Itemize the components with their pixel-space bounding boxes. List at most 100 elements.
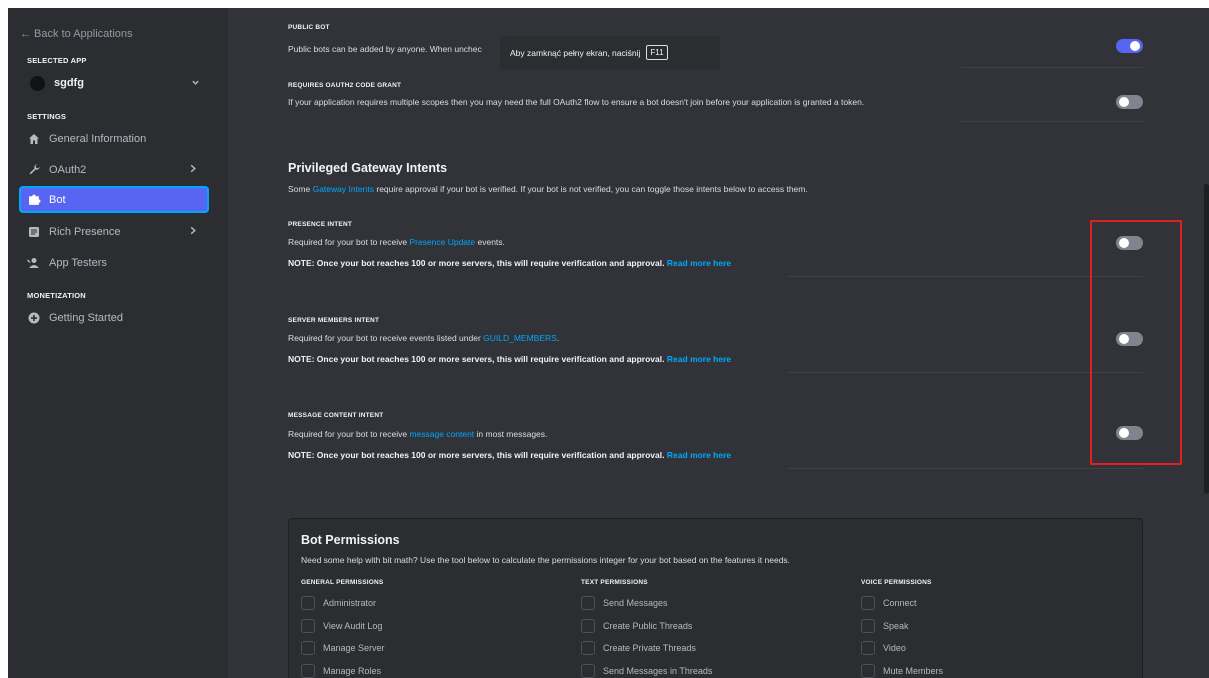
- sidebar-item-oauth2[interactable]: OAuth2: [19, 156, 209, 183]
- permission-label: Speak: [883, 620, 909, 631]
- permission-label: Send Messages in Threads: [603, 665, 713, 676]
- checkbox[interactable]: [301, 618, 315, 633]
- permission-checkbox-mute-members[interactable]: Mute Members: [861, 660, 943, 678]
- divider: [788, 468, 1143, 469]
- message-content-intent-note: NOTE: Once your bot reaches 100 or more …: [288, 450, 731, 460]
- oauth2-code-grant-label: REQUIRES OAUTH2 CODE GRANT: [288, 82, 402, 89]
- text: Required for your bot to receive: [288, 429, 410, 439]
- person-add-icon: [27, 256, 41, 270]
- read-more-link[interactable]: Read more here: [667, 354, 731, 364]
- message-content-intent-description: Required for your bot to receive message…: [288, 429, 547, 439]
- bot-permissions-title: Bot Permissions: [301, 533, 400, 547]
- presence-update-link[interactable]: Presence Update: [409, 237, 475, 247]
- sidebar-item-app-testers[interactable]: App Testers: [19, 249, 209, 276]
- checkbox[interactable]: [581, 641, 595, 656]
- toggle-knob: [1119, 97, 1129, 107]
- checkbox[interactable]: [301, 596, 315, 611]
- permission-label: View Audit Log: [323, 620, 383, 631]
- server-members-intent-description: Required for your bot to receive events …: [288, 333, 559, 343]
- checkbox[interactable]: [301, 641, 315, 656]
- permission-label: Create Private Threads: [603, 643, 696, 654]
- plus-circle-icon: [27, 311, 41, 325]
- permission-checkbox-manage-roles[interactable]: Manage Roles: [301, 660, 385, 678]
- checkbox[interactable]: [861, 663, 875, 678]
- permission-checkbox-video[interactable]: Video: [861, 637, 943, 660]
- sidebar-item-label: OAuth2: [49, 163, 87, 176]
- selected-app-heading: SELECTED APP: [27, 56, 87, 65]
- guild-members-link[interactable]: GUILD_MEMBERS: [483, 333, 557, 343]
- app-selector[interactable]: sgdfg: [18, 72, 210, 94]
- checkbox[interactable]: [861, 641, 875, 656]
- permission-checkbox-manage-server[interactable]: Manage Server: [301, 637, 385, 660]
- sidebar-item-general-information[interactable]: General Information: [19, 125, 209, 152]
- text: in most messages.: [474, 429, 548, 439]
- permission-label: Send Messages: [603, 598, 668, 609]
- server-members-intent-label: SERVER MEMBERS INTENT: [288, 317, 380, 324]
- permission-checkbox-create-private-threads[interactable]: Create Private Threads: [581, 637, 712, 660]
- text: Required for your bot to receive: [288, 237, 410, 247]
- text: NOTE: Once your bot reaches 100 or more …: [288, 450, 665, 460]
- tooltip-text: Aby zamknąć pełny ekran, naciśnij: [510, 47, 641, 58]
- permission-checkbox-connect[interactable]: Connect: [861, 592, 943, 615]
- chevron-right-icon: [189, 164, 197, 176]
- permission-label: Connect: [883, 598, 917, 609]
- privileged-intents-heading: Privileged Gateway Intents: [288, 161, 448, 175]
- public-bot-label: PUBLIC BOT: [288, 24, 330, 31]
- checkbox[interactable]: [301, 663, 315, 678]
- text-permissions-heading: TEXT PERMISSIONS: [581, 579, 648, 586]
- permission-checkbox-send-messages[interactable]: Send Messages: [581, 592, 712, 615]
- permission-checkbox-view-audit-log[interactable]: View Audit Log: [301, 615, 385, 638]
- app-name: sgdfg: [54, 77, 84, 89]
- text: NOTE: Once your bot reaches 100 or more …: [288, 258, 665, 268]
- chevron-down-icon: [191, 78, 200, 89]
- message-content-link[interactable]: message content: [409, 429, 474, 439]
- back-to-applications-link[interactable]: ← Back to Applications: [20, 28, 133, 40]
- permission-label: Video: [883, 643, 906, 654]
- home-icon: [27, 132, 41, 146]
- sidebar-item-bot[interactable]: Bot: [19, 186, 209, 213]
- public-bot-toggle[interactable]: [1116, 39, 1143, 53]
- fullscreen-exit-tooltip: Aby zamknąć pełny ekran, naciśnij F11: [500, 36, 720, 69]
- public-bot-description: Public bots can be added by anyone. When…: [288, 44, 482, 54]
- permission-checkbox-administrator[interactable]: Administrator: [301, 592, 385, 615]
- general-permissions-column: GENERAL PERMISSIONS Administrator View A…: [301, 579, 385, 678]
- sidebar: ← Back to Applications SELECTED APP sgdf…: [8, 8, 228, 678]
- checkbox[interactable]: [581, 663, 595, 678]
- scrollbar[interactable]: [1204, 184, 1209, 494]
- oauth2-code-grant-description: If your application requires multiple sc…: [288, 97, 865, 107]
- permission-checkbox-speak[interactable]: Speak: [861, 615, 943, 638]
- document-icon: [27, 225, 41, 239]
- bot-permissions-description: Need some help with bit math? Use the to…: [301, 555, 791, 565]
- highlight-box: [1090, 220, 1182, 465]
- read-more-link[interactable]: Read more here: [667, 258, 731, 268]
- general-permissions-heading: GENERAL PERMISSIONS: [301, 579, 384, 586]
- permission-checkbox-send-messages-in-threads[interactable]: Send Messages in Threads: [581, 660, 712, 678]
- developer-portal: ← Back to Applications SELECTED APP sgdf…: [8, 8, 1209, 678]
- presence-intent-note: NOTE: Once your bot reaches 100 or more …: [288, 258, 731, 268]
- sidebar-item-label: App Testers: [49, 256, 107, 269]
- sidebar-item-getting-started[interactable]: Getting Started: [19, 304, 209, 331]
- permission-label: Mute Members: [883, 665, 944, 676]
- permission-checkbox-create-public-threads[interactable]: Create Public Threads: [581, 615, 712, 638]
- checkbox[interactable]: [581, 596, 595, 611]
- gateway-intents-link[interactable]: Gateway Intents: [313, 184, 374, 194]
- server-members-intent-note: NOTE: Once your bot reaches 100 or more …: [288, 354, 731, 364]
- permission-label: Manage Server: [323, 643, 385, 654]
- divider: [961, 121, 1143, 122]
- oauth2-code-grant-toggle[interactable]: [1116, 95, 1143, 109]
- presence-intent-label: PRESENCE INTENT: [288, 221, 353, 228]
- checkbox[interactable]: [861, 596, 875, 611]
- sidebar-item-rich-presence[interactable]: Rich Presence: [19, 218, 209, 245]
- bot-settings-panel: PUBLIC BOT Public bots can be added by a…: [228, 8, 1209, 678]
- read-more-link[interactable]: Read more here: [667, 450, 731, 460]
- sidebar-item-label: Rich Presence: [49, 225, 121, 238]
- permission-label: Create Public Threads: [603, 620, 693, 631]
- voice-permissions-heading: VOICE PERMISSIONS: [861, 579, 932, 586]
- presence-intent-description: Required for your bot to receive Presenc…: [288, 237, 505, 247]
- toggle-knob: [1130, 41, 1140, 51]
- checkbox[interactable]: [581, 618, 595, 633]
- sidebar-item-label: Getting Started: [49, 311, 123, 324]
- checkbox[interactable]: [861, 618, 875, 633]
- wrench-icon: [27, 163, 41, 177]
- monetization-heading: MONETIZATION: [27, 291, 86, 300]
